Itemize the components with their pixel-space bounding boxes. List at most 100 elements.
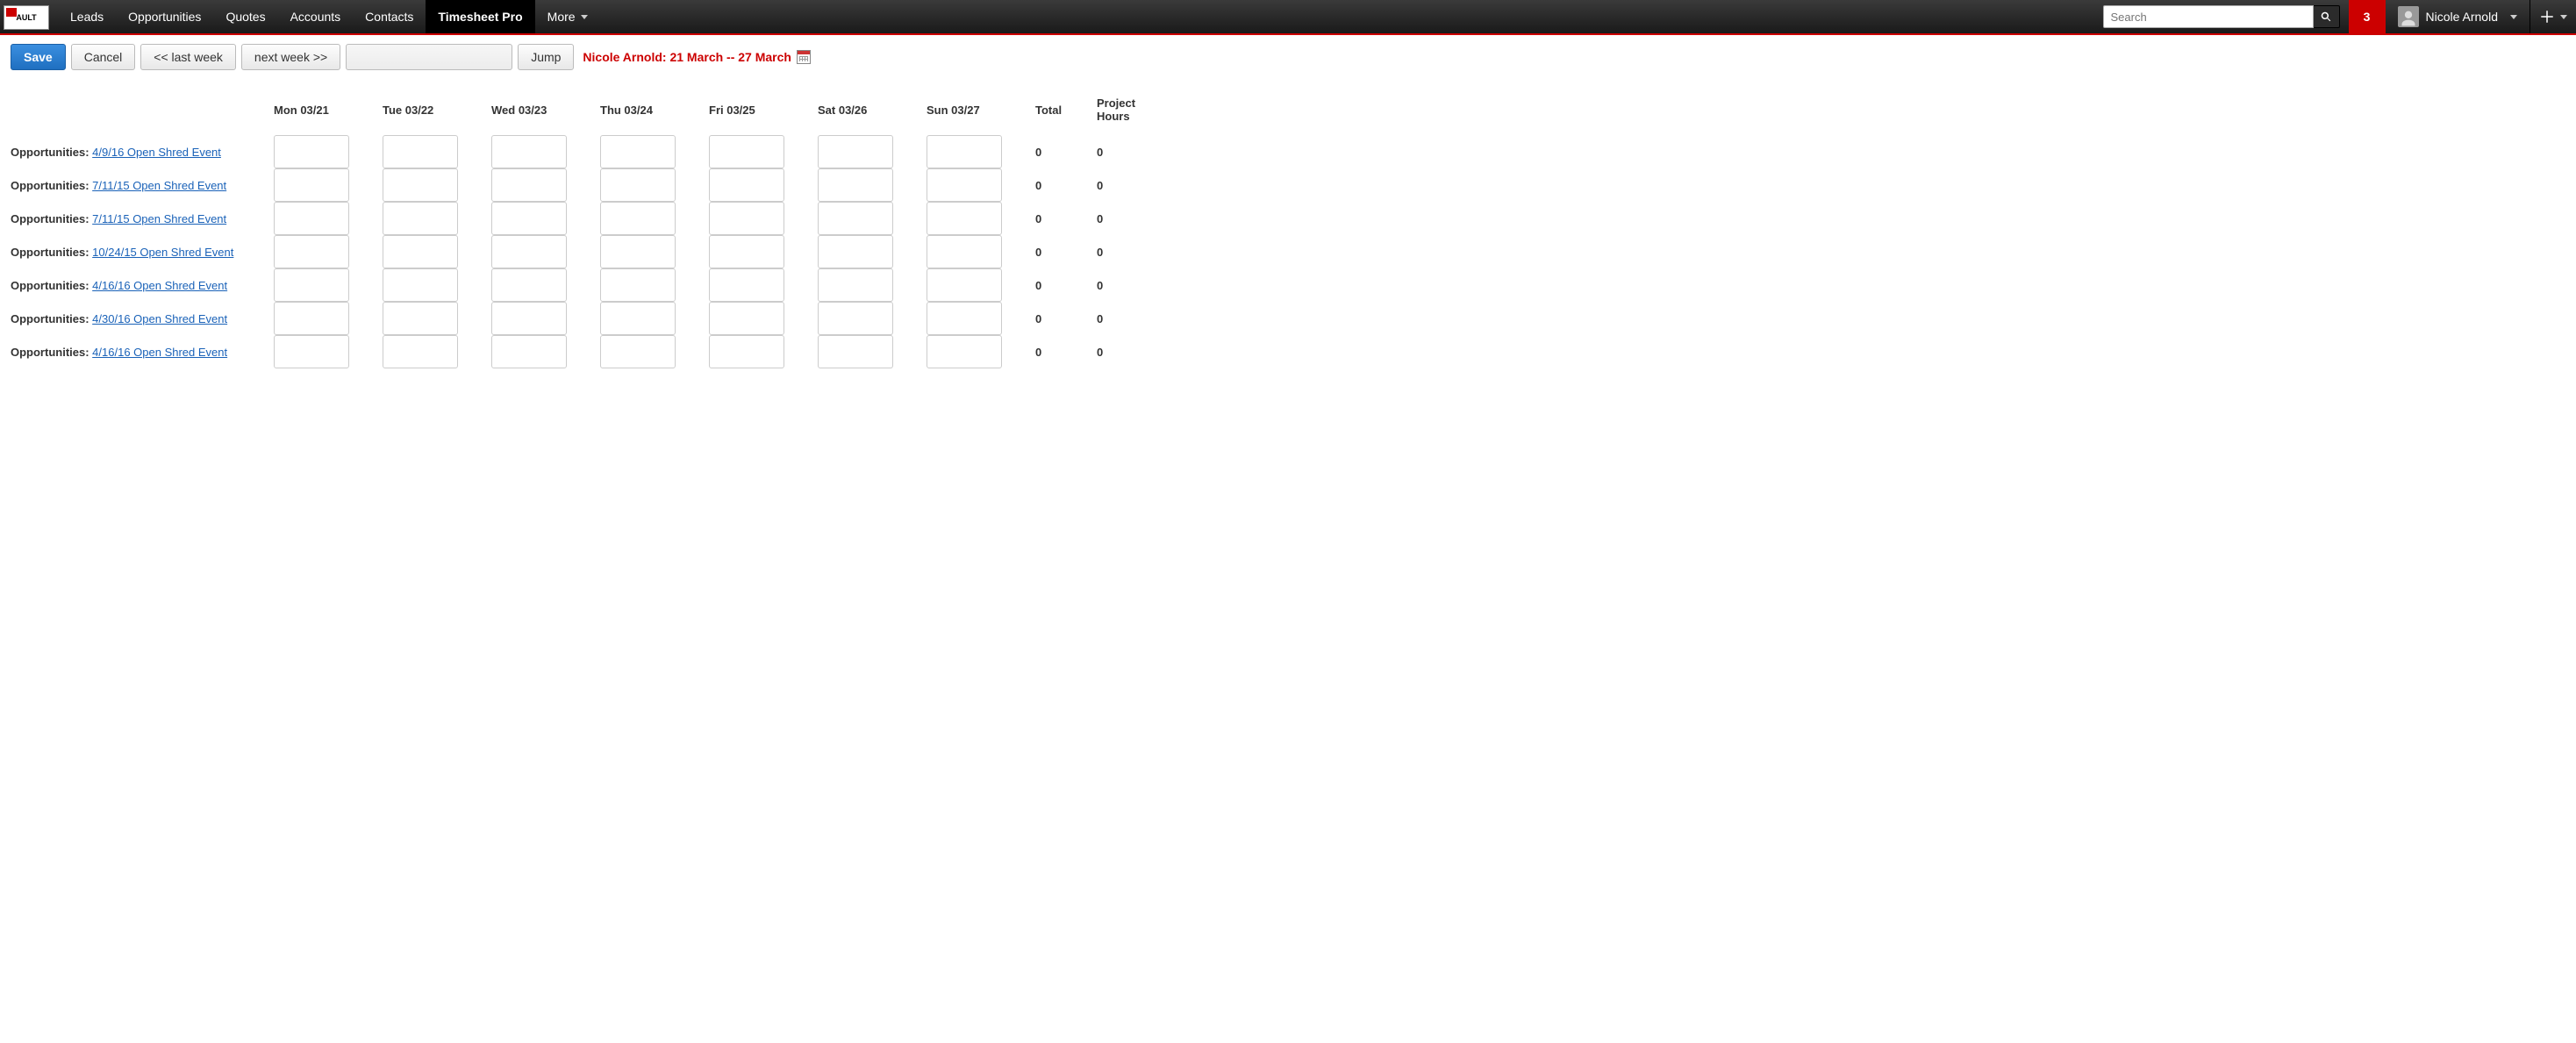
hour-input[interactable] [491,302,567,335]
cancel-button[interactable]: Cancel [71,44,136,70]
nav-item-label: Accounts [290,10,341,24]
hour-cell [600,268,709,302]
plus-icon [2539,9,2555,25]
nav-item-opportunities[interactable]: Opportunities [116,0,213,33]
hour-input[interactable] [600,135,676,168]
hour-input[interactable] [818,268,893,302]
hour-input[interactable] [709,235,784,268]
jump-button[interactable]: Jump [518,44,574,70]
hour-input[interactable] [818,202,893,235]
hour-input[interactable] [383,302,458,335]
hour-input[interactable] [709,335,784,368]
hour-input[interactable] [274,168,349,202]
hour-input[interactable] [709,135,784,168]
nav-item-leads[interactable]: Leads [58,0,116,33]
hour-cell [709,135,818,168]
row-prefix: Opportunities: [11,312,92,325]
hour-cell [383,135,491,168]
hour-input[interactable] [927,202,1002,235]
hour-input[interactable] [709,202,784,235]
hour-cell [600,335,709,368]
notification-badge[interactable]: 3 [2349,0,2386,33]
hour-input[interactable] [600,268,676,302]
hour-input[interactable] [491,202,567,235]
hour-input[interactable] [600,202,676,235]
hour-input[interactable] [927,302,1002,335]
hour-input[interactable] [383,335,458,368]
hour-input[interactable] [818,235,893,268]
prev-week-button[interactable]: << last week [140,44,236,70]
hour-input[interactable] [274,202,349,235]
hour-input[interactable] [818,302,893,335]
hour-input[interactable] [491,335,567,368]
hour-input[interactable] [927,235,1002,268]
opportunity-link[interactable]: 4/16/16 Open Shred Event [92,346,227,359]
opportunity-link[interactable]: 10/24/15 Open Shred Event [92,246,233,259]
row-label-cell: Opportunities: 7/11/15 Open Shred Event [11,202,274,235]
hour-input[interactable] [383,235,458,268]
search-input[interactable] [2103,5,2314,28]
row-total: 0 [1035,168,1097,202]
hour-input[interactable] [274,335,349,368]
hour-input[interactable] [927,335,1002,368]
opportunity-link[interactable]: 4/16/16 Open Shred Event [92,279,227,292]
next-week-button[interactable]: next week >> [241,44,340,70]
hour-input[interactable] [927,168,1002,202]
nav-item-accounts[interactable]: Accounts [278,0,354,33]
hour-input[interactable] [383,202,458,235]
nav-item-more[interactable]: More [535,0,600,33]
opportunity-link[interactable]: 7/11/15 Open Shred Event [92,179,226,192]
hour-input[interactable] [274,268,349,302]
opportunity-link[interactable]: 4/30/16 Open Shred Event [92,312,227,325]
hour-cell [274,335,383,368]
row-total: 0 [1035,202,1097,235]
hour-input[interactable] [491,235,567,268]
hour-cell [709,268,818,302]
hour-input[interactable] [491,135,567,168]
hour-cell [491,268,600,302]
opportunity-link[interactable]: 7/11/15 Open Shred Event [92,212,226,225]
hour-input[interactable] [274,135,349,168]
quick-create-menu[interactable] [2529,0,2576,33]
calendar-icon[interactable] [797,50,811,64]
hour-input[interactable] [383,135,458,168]
search-button[interactable] [2314,5,2340,28]
hour-input[interactable] [600,235,676,268]
hour-input[interactable] [709,268,784,302]
hour-cell [818,302,927,335]
hour-input[interactable] [818,168,893,202]
hour-input[interactable] [383,268,458,302]
hour-input[interactable] [709,302,784,335]
search-icon [2321,11,2331,22]
hour-input[interactable] [274,302,349,335]
hour-input[interactable] [818,335,893,368]
hour-cell [600,302,709,335]
hour-input[interactable] [491,168,567,202]
hour-cell [383,235,491,268]
row-total: 0 [1035,335,1097,368]
hour-input[interactable] [927,268,1002,302]
row-label-cell: Opportunities: 4/9/16 Open Shred Event [11,135,274,168]
hour-input[interactable] [383,168,458,202]
hour-cell [927,168,1035,202]
save-button[interactable]: Save [11,44,66,70]
date-jump-input[interactable] [346,44,512,70]
opportunity-link[interactable]: 4/9/16 Open Shred Event [92,146,221,159]
hour-cell [600,202,709,235]
col-header-day: Sat 03/26 [818,81,927,135]
hour-input[interactable] [491,268,567,302]
hour-input[interactable] [818,135,893,168]
hour-input[interactable] [274,235,349,268]
hour-input[interactable] [927,135,1002,168]
user-menu[interactable]: Nicole Arnold [2386,0,2530,33]
nav-item-quotes[interactable]: Quotes [213,0,277,33]
nav-item-contacts[interactable]: Contacts [353,0,426,33]
hour-input[interactable] [600,335,676,368]
hour-cell [818,135,927,168]
hour-input[interactable] [709,168,784,202]
hour-cell [818,268,927,302]
nav-item-timesheet-pro[interactable]: Timesheet Pro [426,0,534,33]
hour-input[interactable] [600,302,676,335]
app-logo[interactable]: AULT [4,5,49,30]
hour-input[interactable] [600,168,676,202]
